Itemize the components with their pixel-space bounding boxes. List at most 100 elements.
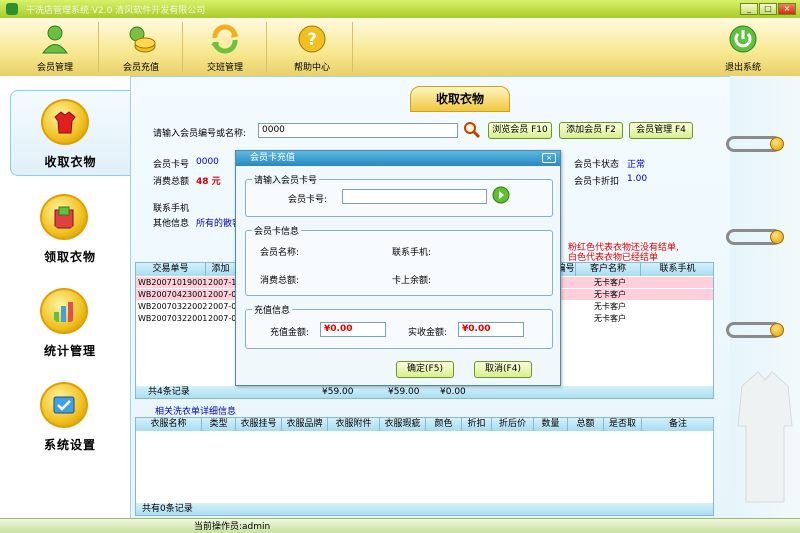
recharge-amount-input[interactable]: ¥0.00 — [320, 322, 386, 337]
close-button[interactable]: × — [778, 3, 796, 15]
total-label: 消费总额 — [153, 177, 190, 187]
nav-icon-badge — [40, 382, 88, 428]
go-arrow-icon[interactable] — [492, 186, 510, 204]
member-icon — [42, 25, 68, 54]
exit-system-button[interactable]: 退出系统 — [710, 18, 776, 76]
ring-knob — [770, 137, 784, 151]
member-manage-label: 会员管理 — [36, 63, 73, 73]
order-id: WB20070322001 — [138, 314, 208, 323]
minimize-button[interactable]: _ — [740, 3, 758, 15]
ring-knob — [770, 323, 784, 337]
status-label: 会员卡状态 — [574, 160, 620, 170]
discount-value: 1.00 — [627, 174, 648, 184]
dialog-close-button[interactable]: × — [542, 153, 556, 163]
card-value: 0000 — [196, 157, 219, 167]
order-id: WB20070322002 — [138, 302, 208, 311]
col-defect[interactable]: 衣服瑕疵 — [380, 418, 426, 431]
toolbar: 会员管理 会员充值 交班管理 ? 帮助中心 退出系统 — [0, 18, 800, 76]
operator-status: 当前操作员:admin — [194, 522, 271, 532]
search-label: 请输入会员编号或名称: — [153, 129, 247, 139]
orders-sum-owed: ¥0.00 — [440, 387, 466, 397]
status-bar: 当前操作员:admin — [0, 518, 800, 533]
toolbar-divider — [352, 22, 353, 72]
group-card-input: 请输入会员卡号 会员卡号: — [245, 173, 553, 217]
col-total[interactable]: 总额 — [568, 418, 604, 431]
search-icon[interactable] — [463, 121, 481, 139]
nav-statistics-label: 统计管理 — [43, 344, 96, 358]
details-footer: 共有0条记录 — [136, 503, 713, 515]
order-id: WB20071019001 — [138, 278, 208, 287]
dialog-recharge-label: 充值金额: — [270, 328, 310, 338]
toolbar-divider — [182, 22, 183, 72]
nav-receive-clothes[interactable]: 收取衣物 — [10, 90, 130, 176]
app-icon — [6, 3, 18, 15]
member-recharge-label: 会员充值 — [122, 63, 159, 73]
member-manage-button[interactable]: 会员管理 — [20, 18, 90, 76]
cancel-button[interactable]: 取消(F4) — [474, 361, 532, 378]
other-label: 其他信息 — [153, 219, 190, 229]
add-member-button[interactable]: 添加会员 F2 — [559, 122, 623, 139]
orders-sum-paid: ¥59.00 — [388, 387, 420, 397]
col-attachment[interactable]: 衣服附件 — [328, 418, 380, 431]
help-center-button[interactable]: ? 帮助中心 — [274, 18, 350, 76]
dialog-actual-label: 实收金额: — [408, 328, 448, 338]
dialog-card-label: 会员卡号: — [288, 195, 328, 205]
col-order-id[interactable]: 交易单号 — [136, 263, 206, 276]
confirm-button[interactable]: 确定(F5) — [396, 361, 454, 378]
nav-statistics[interactable]: 统计管理 — [10, 280, 130, 366]
group-recharge: 充值信息 充值金额: ¥0.00 实收金额: ¥0.00 — [245, 303, 553, 349]
phone-label: 联系手机 — [153, 204, 190, 214]
clothes-receive-icon — [54, 111, 76, 134]
member-search-input[interactable]: 0000 — [258, 123, 458, 138]
group-card-info: 会员卡信息 会员名称: 联系手机: 消费总额: 卡上余额: — [245, 224, 553, 296]
group-card-info-title: 会员卡信息 — [252, 224, 302, 237]
col-quantity[interactable]: 数量 — [534, 418, 568, 431]
browse-member-button[interactable]: 浏览会员 F10 — [488, 122, 552, 139]
toolbar-divider — [266, 22, 267, 72]
col-brand[interactable]: 衣服品牌 — [282, 418, 328, 431]
ring-knob — [770, 230, 784, 244]
power-icon — [729, 25, 757, 53]
dialog-total-label: 消费总额: — [260, 276, 300, 286]
col-cloth-name[interactable]: 衣服名称 — [136, 418, 202, 431]
details-header: 衣服名称 类型 衣服挂号 衣服品牌 衣服附件 衣服瑕疵 颜色 折扣 折后价 数量… — [136, 418, 713, 431]
exit-system-label: 退出系统 — [724, 63, 761, 73]
shift-manage-button[interactable]: 交班管理 — [190, 18, 260, 76]
nav-settings[interactable]: 系统设置 — [10, 374, 130, 460]
col-type[interactable]: 类型 — [202, 418, 236, 431]
col-tag[interactable]: 衣服挂号 — [236, 418, 282, 431]
orders-footer: 共4条记录 ¥59.00 ¥59.00 ¥0.00 — [136, 386, 713, 398]
dialog-card-input[interactable] — [342, 189, 487, 204]
app-window: 干洗店管理系统 V2.0 清风软件开发有限公司 _ □ × 会员管理 会员充值 … — [0, 0, 800, 533]
order-id: WB20070423001 — [138, 290, 208, 299]
details-table: 衣服名称 类型 衣服挂号 衣服品牌 衣服附件 衣服瑕疵 颜色 折扣 折后价 数量… — [135, 417, 714, 516]
nav-pickup-label: 领取衣物 — [43, 250, 96, 264]
total-value: 48 元 — [196, 177, 221, 187]
col-picked[interactable]: 是否取 — [604, 418, 642, 431]
dialog-balance-label: 卡上余额: — [392, 276, 432, 286]
col-note[interactable]: 备注 — [642, 418, 713, 431]
maximize-button[interactable]: □ — [759, 3, 777, 15]
recharge-icon — [129, 26, 156, 53]
col-add-date[interactable]: 添加 — [206, 263, 236, 276]
col-discounted-price[interactable]: 折后价 — [492, 418, 534, 431]
nav-icon-badge — [41, 99, 89, 145]
page-title: 收取衣物 — [410, 86, 510, 112]
left-nav: 收取衣物 领取衣物 统计管理 系统设置 — [0, 76, 130, 522]
orders-count: 共4条记录 — [148, 387, 190, 397]
manage-member-button[interactable]: 会员管理 F4 — [629, 122, 693, 139]
col-phone[interactable]: 联系手机 — [641, 263, 713, 276]
col-color[interactable]: 颜色 — [426, 418, 462, 431]
actual-amount-input[interactable]: ¥0.00 — [458, 322, 524, 337]
orders-sum-total: ¥59.00 — [322, 387, 354, 397]
status-value: 正常 — [627, 160, 646, 170]
nav-pickup-clothes[interactable]: 领取衣物 — [10, 186, 130, 272]
nav-receive-label: 收取衣物 — [44, 155, 97, 169]
dialog-phone-label: 联系手机: — [392, 248, 432, 258]
customer-name: 无卡客户 — [594, 302, 626, 311]
member-recharge-button[interactable]: 会员充值 — [106, 18, 176, 76]
col-discount[interactable]: 折扣 — [462, 418, 492, 431]
toolbar-divider — [98, 22, 99, 72]
col-customer[interactable]: 客户名称 — [576, 263, 641, 276]
dialog-title-bar: 会员卡充值 × — [236, 151, 560, 166]
